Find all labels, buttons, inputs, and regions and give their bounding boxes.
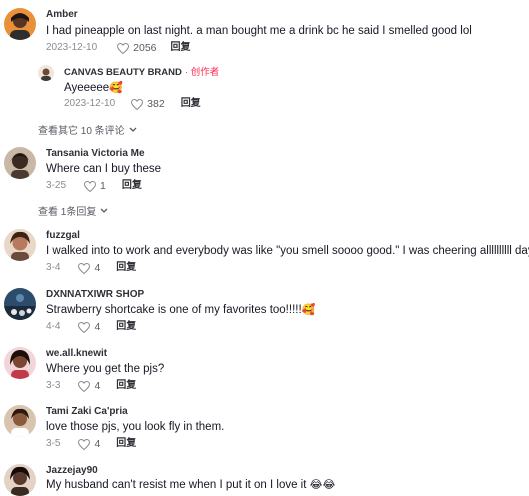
like-button[interactable]: 2056 [117, 42, 157, 54]
comment-item: DXNNATXIWR SHOP Strawberry shortcake is … [0, 286, 529, 341]
tears-of-joy-emoji: 😂😂 [309, 479, 336, 491]
chevron-down-icon [100, 208, 108, 213]
comment-meta: 3-25 1 回复 [46, 180, 142, 192]
like-button[interactable]: 4 [78, 380, 100, 392]
comment-text: My husband can't resist me when I put it… [46, 478, 335, 492]
heart-icon [78, 438, 91, 450]
comment-meta: 3-3 4 回复 [46, 380, 136, 392]
comment-author[interactable]: Amber [46, 9, 78, 21]
reply-button[interactable]: 回复 [116, 262, 136, 274]
comment-author[interactable]: we.all.knewit [46, 348, 107, 360]
smiling-face-hearts-emoji: 🥰 [109, 82, 123, 94]
comment-text: Where you get the pjs? [46, 363, 165, 375]
reply-meta: 2023-12-10 382 回复 [64, 98, 201, 110]
comment-date: 3-5 [46, 438, 61, 449]
heart-icon [84, 180, 97, 192]
comment-item: Jazzejay90 My husband can't resist me wh… [0, 462, 529, 496]
comment-text: Where can I buy these [46, 163, 162, 175]
reply-button[interactable]: 回复 [171, 42, 191, 54]
view-more-label: 查看 1条回复 [38, 207, 97, 218]
comment-date: 3-4 [46, 262, 61, 273]
reply-reply-button[interactable]: 回复 [181, 98, 201, 110]
comment-date: 2023-12-10 [46, 42, 98, 53]
comment-date: 3-3 [46, 380, 61, 391]
like-button[interactable]: 4 [78, 262, 100, 274]
reply-author-name: CANVAS BEAUTY BRAND [64, 67, 182, 78]
chevron-down-icon [129, 127, 137, 132]
heart-icon [117, 42, 130, 54]
comment-meta: 4-4 4 回复 [46, 321, 136, 333]
avatar[interactable] [4, 464, 36, 496]
comment-author[interactable]: fuzzgal [46, 230, 80, 242]
reply-text-content: Ayeeeee [64, 82, 110, 94]
heart-icon [131, 98, 144, 110]
comment-item: Tami Zaki Ca'pria love those pjs, you lo… [0, 403, 529, 458]
comment-date: 3-25 [46, 180, 67, 191]
reply-button[interactable]: 回复 [116, 380, 136, 392]
view-more-replies[interactable]: 查看 1条回复 [38, 203, 108, 218]
like-count: 4 [94, 321, 101, 333]
view-more-replies[interactable]: 查看其它 10 条评论 [38, 122, 137, 137]
reply-text: Ayeeeee🥰 [64, 81, 123, 95]
comment-meta: 3-4 4 回复 [46, 262, 136, 274]
reply-button[interactable]: 回复 [122, 180, 142, 192]
comment-text: I had pineapple on last night. a man bou… [46, 25, 472, 37]
avatar[interactable] [4, 288, 36, 320]
like-count: 4 [94, 438, 101, 450]
like-count: 4 [94, 380, 101, 392]
smiling-face-hearts-emoji: 🥰 [301, 304, 316, 316]
avatar[interactable] [4, 347, 36, 379]
comment-item: we.all.knewit Where you get the pjs? 3-3… [0, 345, 529, 400]
like-count: 4 [94, 262, 101, 274]
reply-author[interactable]: CANVAS BEAUTY BRAND · 创作者 [64, 67, 219, 79]
reply-date: 2023-12-10 [64, 98, 116, 109]
comment-text: love those pjs, you look fly in them. [46, 421, 225, 433]
reply-avatar[interactable] [38, 65, 54, 81]
like-button[interactable]: 4 [78, 321, 100, 333]
reply-button[interactable]: 回复 [116, 438, 136, 450]
view-more-label: 查看其它 10 条评论 [38, 126, 125, 137]
comment-text: Strawberry shortcake is one of my favori… [46, 303, 315, 317]
reply-button[interactable]: 回复 [116, 321, 136, 333]
avatar[interactable] [4, 405, 36, 437]
comment-author[interactable]: Tansania Victoria Me [46, 148, 145, 160]
comment-item: fuzzgal I walked into to work and everyb… [0, 227, 529, 282]
heart-icon [78, 380, 91, 392]
like-count: 2056 [133, 42, 157, 54]
reply-like-count: 382 [147, 98, 165, 110]
creator-badge: · 创作者 [184, 67, 220, 78]
avatar[interactable] [4, 229, 36, 261]
like-button[interactable]: 1 [84, 180, 106, 192]
comment-date: 4-4 [46, 321, 61, 332]
comment-text-content: My husband can't resist me when I put it… [46, 479, 310, 491]
heart-icon [78, 262, 91, 274]
comment-author[interactable]: Jazzejay90 [46, 465, 98, 477]
avatar[interactable] [4, 8, 36, 40]
comment-author[interactable]: DXNNATXIWR SHOP [46, 289, 144, 301]
comment-meta: 2023-12-10 2056 回复 [46, 42, 191, 54]
comment-meta: 3-5 4 回复 [46, 438, 136, 450]
comment-text-content: Strawberry shortcake is one of my favori… [46, 304, 302, 316]
heart-icon [78, 321, 91, 333]
avatar[interactable] [4, 147, 36, 179]
like-count: 1 [100, 180, 106, 192]
like-button[interactable]: 4 [78, 438, 100, 450]
comment-author[interactable]: Tami Zaki Ca'pria [46, 406, 128, 418]
comment-item: Amber I had pineapple on last night. a m… [0, 0, 529, 137]
reply-like-button[interactable]: 382 [131, 98, 165, 110]
comment-text: I walked into to work and everybody was … [46, 245, 529, 257]
comment-item: Tansania Victoria Me Where can I buy the… [0, 145, 529, 218]
